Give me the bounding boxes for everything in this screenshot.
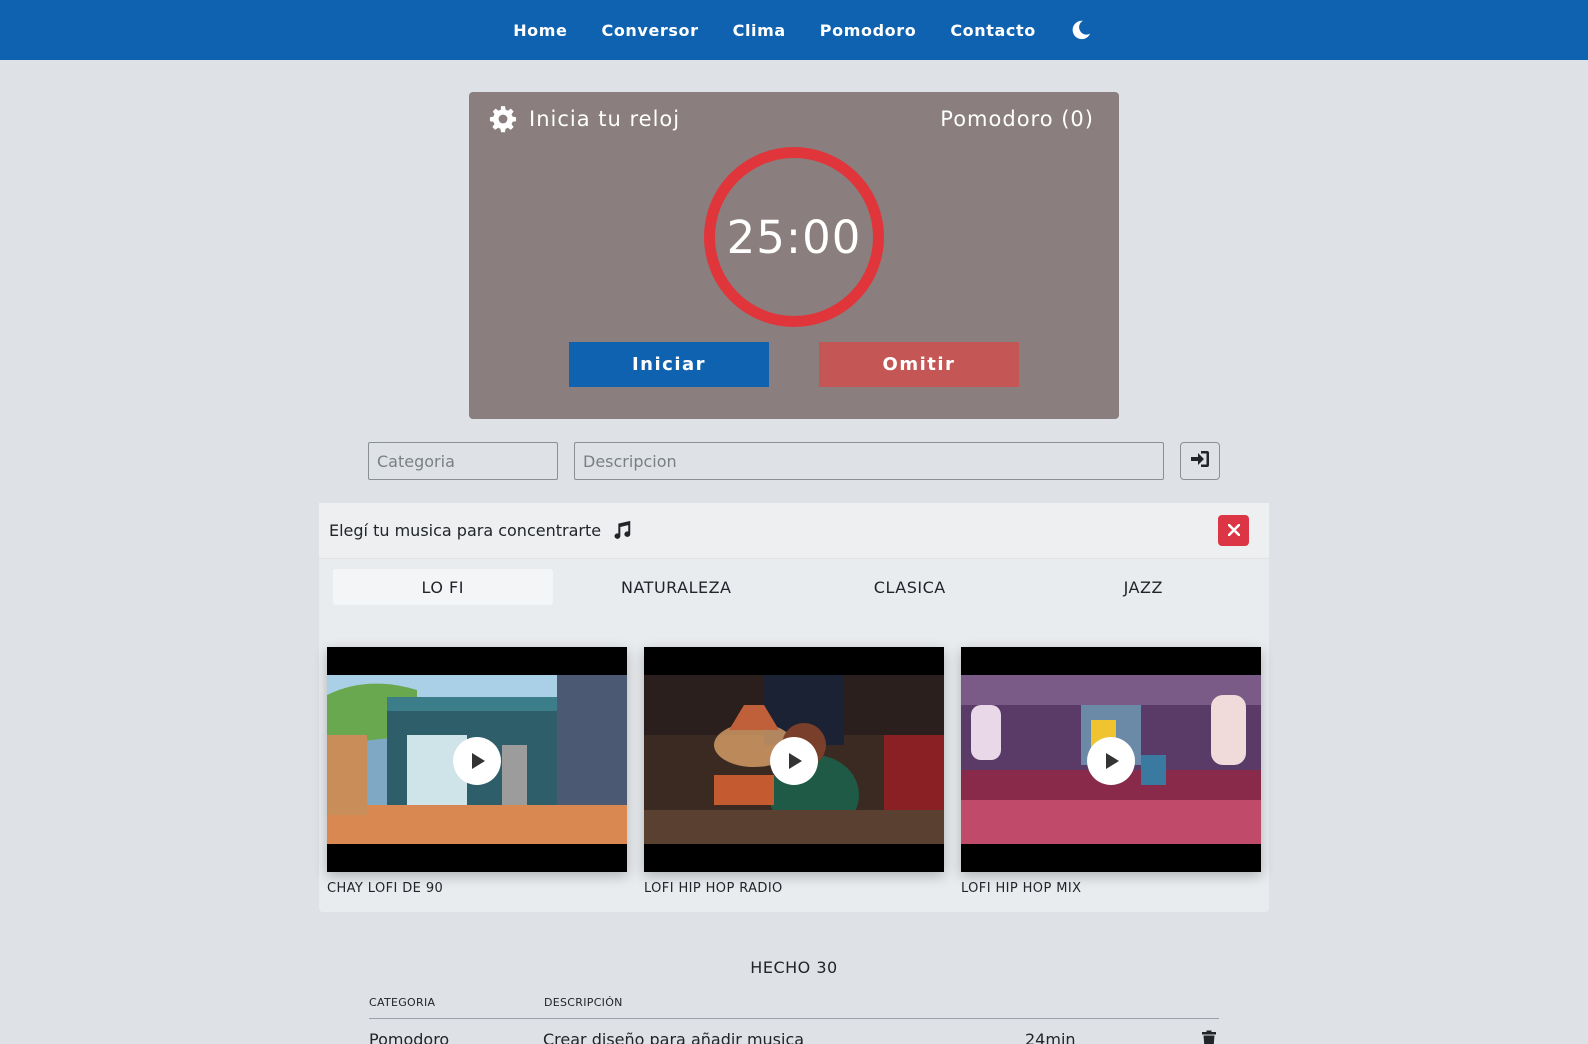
trash-icon[interactable] bbox=[1200, 1030, 1218, 1044]
nav-home[interactable]: Home bbox=[496, 21, 584, 40]
video-card[interactable] bbox=[327, 647, 627, 872]
close-icon bbox=[1227, 521, 1240, 540]
nav-pomodoro[interactable]: Pomodoro bbox=[803, 21, 934, 40]
pomodoro-card: Inicia tu reloj Pomodoro (0) 25:00 Inici… bbox=[469, 92, 1119, 419]
table-header-category: CATEGORIA bbox=[369, 996, 436, 1009]
video-card[interactable] bbox=[961, 647, 1261, 872]
row-time: 24min bbox=[1025, 1030, 1076, 1044]
done-title: HECHO 30 bbox=[750, 958, 838, 977]
row-category: Pomodoro bbox=[369, 1030, 450, 1044]
music-note-icon bbox=[611, 520, 633, 542]
tab-jazz[interactable]: JAZZ bbox=[1034, 569, 1254, 605]
start-button[interactable]: Iniciar bbox=[569, 342, 769, 387]
tab-clasica[interactable]: CLASICA bbox=[800, 569, 1020, 605]
timer-ring: 25:00 bbox=[704, 147, 884, 327]
timer-display: 25:00 bbox=[726, 210, 862, 264]
video-card[interactable] bbox=[644, 647, 944, 872]
sign-in-icon bbox=[1190, 450, 1210, 472]
top-navbar: Home Conversor Clima Pomodoro Contacto bbox=[0, 0, 1588, 60]
moon-icon[interactable] bbox=[1070, 19, 1092, 41]
skip-button[interactable]: Omitir bbox=[819, 342, 1019, 387]
nav-links: Home Conversor Clima Pomodoro Contacto bbox=[496, 19, 1092, 41]
nav-contacto[interactable]: Contacto bbox=[933, 21, 1053, 40]
video-title: CHAY LOFI DE 90 bbox=[327, 881, 444, 896]
close-music-button[interactable] bbox=[1218, 515, 1249, 546]
category-input[interactable] bbox=[368, 442, 558, 480]
video-title: LOFI HIP HOP MIX bbox=[961, 881, 1082, 896]
nav-clima[interactable]: Clima bbox=[716, 21, 803, 40]
music-panel: Elegí tu musica para concentrarte LO FI … bbox=[319, 503, 1269, 912]
pomodoro-title: Inicia tu reloj bbox=[529, 107, 681, 131]
music-header: Elegí tu musica para concentrarte bbox=[319, 503, 1269, 559]
play-icon[interactable] bbox=[770, 737, 818, 785]
table-divider bbox=[369, 1018, 1219, 1019]
music-title: Elegí tu musica para concentrarte bbox=[329, 521, 602, 540]
pomodoro-header: Inicia tu reloj Pomodoro (0) bbox=[489, 104, 1094, 134]
pomodoro-counter: Pomodoro (0) bbox=[940, 107, 1094, 131]
play-icon[interactable] bbox=[453, 737, 501, 785]
nav-conversor[interactable]: Conversor bbox=[585, 21, 716, 40]
row-description: Crear diseño para añadir musica bbox=[543, 1030, 805, 1044]
play-icon[interactable] bbox=[1087, 737, 1135, 785]
add-task-button[interactable] bbox=[1180, 442, 1220, 480]
description-input[interactable] bbox=[574, 442, 1164, 480]
video-title: LOFI HIP HOP RADIO bbox=[644, 881, 783, 896]
tab-lofi[interactable]: LO FI bbox=[333, 569, 553, 605]
gear-icon[interactable] bbox=[489, 105, 517, 133]
music-tabs: LO FI NATURALEZA CLASICA JAZZ bbox=[333, 569, 1253, 605]
tab-naturaleza[interactable]: NATURALEZA bbox=[567, 569, 787, 605]
table-header-description: DESCRIPCIÓN bbox=[544, 996, 623, 1009]
